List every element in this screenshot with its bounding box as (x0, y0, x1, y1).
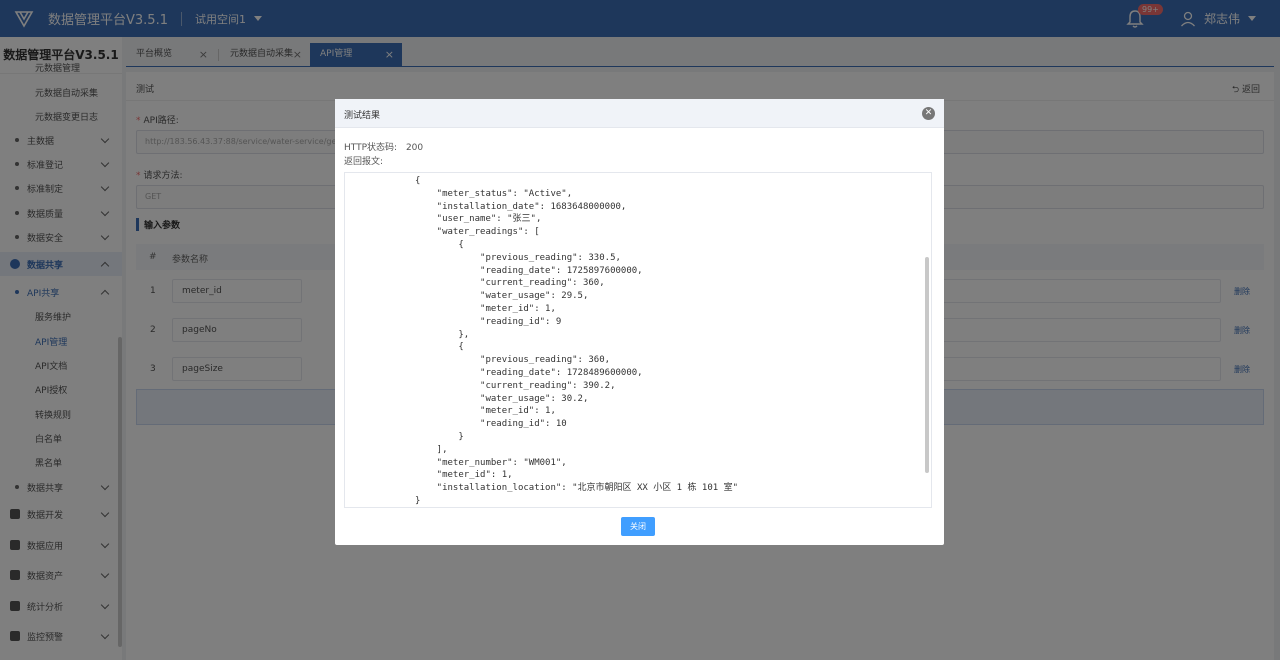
dialog-title: 测试结果 (344, 111, 381, 121)
dialog-header: 测试结果 ✕ (335, 99, 944, 128)
status-label: HTTP状态码: (344, 143, 398, 153)
test-result-dialog: 测试结果 ✕ HTTP状态码: 200 返回报文: { "meter_statu… (335, 99, 944, 545)
response-scrollbar[interactable] (925, 257, 929, 473)
response-label: 返回报文: (344, 157, 384, 167)
response-body[interactable]: { "meter_status": "Active", "installatio… (344, 172, 932, 508)
status-code: 200 (405, 143, 424, 153)
close-icon[interactable]: ✕ (922, 107, 935, 120)
http-status: HTTP状态码: 200 (344, 140, 423, 153)
response-json: { "meter_status": "Active", "installatio… (415, 176, 738, 506)
close-button[interactable]: 关闭 (621, 517, 655, 536)
